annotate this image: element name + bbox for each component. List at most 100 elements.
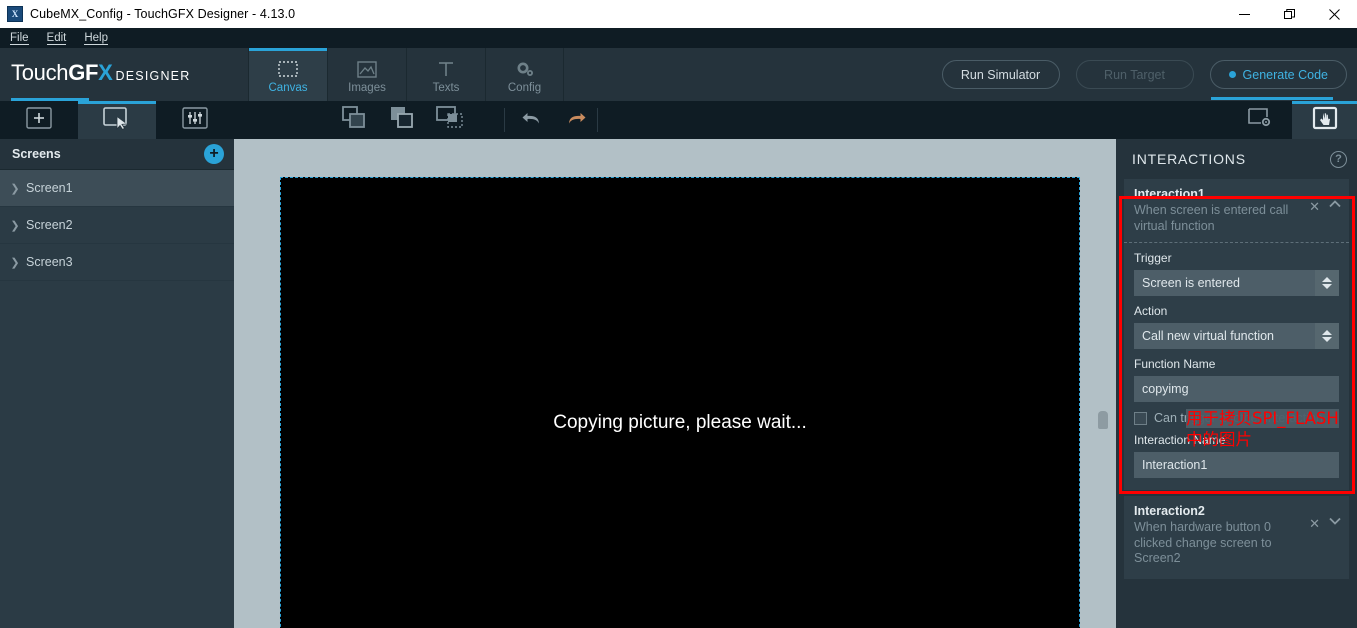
menu-help[interactable]: Help: [76, 29, 116, 47]
interaction-card-1[interactable]: Interaction1 When screen is entered call…: [1124, 179, 1349, 490]
interactions-button[interactable]: [1292, 101, 1357, 139]
menu-help-label: Help: [84, 32, 109, 45]
action-dropdown[interactable]: Call new virtual function: [1134, 323, 1339, 349]
chevron-up-icon: [1322, 277, 1332, 282]
brand-logo: Touch GF X DESIGNER: [0, 48, 248, 101]
gear-icon: [515, 58, 535, 80]
sliders-icon: [182, 106, 208, 134]
interaction-2-header-icons: ✕: [1309, 504, 1341, 567]
menu-edit[interactable]: Edit: [39, 29, 75, 47]
can-trigger-checkbox[interactable]: [1134, 411, 1147, 425]
interactions-panel-header: INTERACTIONS ?: [1116, 139, 1357, 179]
tab-config[interactable]: Config: [485, 48, 564, 101]
function-name-field-block: Function Name copyimg: [1124, 349, 1349, 402]
collapse-interaction-1-icon[interactable]: [1329, 200, 1341, 211]
title-bar: X CubeMX_Config - TouchGFX Designer - 4.…: [0, 0, 1357, 28]
run-target-label: Run Target: [1104, 67, 1165, 82]
tab-canvas-label: Canvas: [268, 82, 308, 94]
can-trigger-label: Can trigger another interaction: [1154, 411, 1323, 425]
chevron-right-icon: ❯: [10, 182, 20, 195]
sidebar-item-screen1[interactable]: ❯ Screen1: [0, 170, 234, 207]
window-title: CubeMX_Config - TouchGFX Designer - 4.13…: [30, 7, 296, 21]
brand-designer: DESIGNER: [115, 69, 191, 83]
interaction-1-header[interactable]: Interaction1 When screen is entered call…: [1124, 179, 1349, 243]
trigger-field-block: Trigger Screen is entered: [1124, 243, 1349, 296]
undo-arrow-icon: [521, 109, 541, 132]
run-simulator-label: Run Simulator: [960, 67, 1041, 82]
send-to-back-icon: [388, 105, 416, 136]
screen-preview-text: Copying picture, please wait...: [553, 412, 807, 433]
run-simulator-button[interactable]: Run Simulator: [941, 60, 1060, 89]
delete-interaction-2-icon[interactable]: ✕: [1309, 517, 1320, 530]
generate-code-button[interactable]: Generate Code: [1209, 60, 1347, 100]
window-controls: [1222, 0, 1357, 28]
action-field-block: Action Call new virtual function: [1124, 296, 1349, 349]
screen-settings-button[interactable]: [1227, 101, 1292, 139]
canvas-scrollbar-thumb[interactable]: [1098, 411, 1108, 429]
can-trigger-checkbox-row[interactable]: Can trigger another interaction: [1124, 402, 1349, 427]
minimize-button[interactable]: [1222, 0, 1267, 28]
send-to-back-button[interactable]: [382, 101, 422, 139]
generate-code-underline: [1210, 97, 1333, 100]
interaction-name-input[interactable]: Interaction1: [1134, 452, 1339, 478]
tab-texts[interactable]: Texts: [406, 48, 485, 101]
header-spacer: [564, 48, 942, 101]
tab-images[interactable]: Images: [327, 48, 406, 101]
help-icon[interactable]: ?: [1330, 150, 1347, 168]
snap-to-grid-button[interactable]: [430, 101, 470, 139]
sidebar-item-label: Screen2: [26, 218, 73, 232]
close-button[interactable]: [1312, 0, 1357, 28]
screens-panel: Screens + ❯ Screen1 ❯ Screen2 ❯ Screen3: [0, 139, 234, 628]
restore-button[interactable]: [1267, 0, 1312, 28]
redo-arrow-icon: [567, 109, 587, 132]
editor-toolbar: [0, 101, 1357, 139]
bring-to-front-icon: [340, 105, 368, 136]
generate-status-dot: [1228, 71, 1236, 78]
function-name-input[interactable]: copyimg: [1134, 376, 1339, 402]
interactions-panel: INTERACTIONS ? Interaction1 When screen …: [1116, 139, 1357, 628]
redo-button[interactable]: [557, 101, 597, 139]
toolbar-fill: [598, 101, 1227, 139]
touchgfx-designer-window: X CubeMX_Config - TouchGFX Designer - 4.…: [0, 0, 1357, 628]
sidebar-item-label: Screen1: [26, 181, 73, 195]
header-actions: Run Simulator Run Target Generate Code: [941, 48, 1357, 101]
add-screen-button[interactable]: +: [204, 144, 224, 164]
interaction-2-description: When hardware button 0 clicked change sc…: [1134, 520, 1272, 565]
sidebar-item-screen2[interactable]: ❯ Screen2: [0, 207, 234, 244]
screen-preview[interactable]: Copying picture, please wait...: [280, 177, 1080, 628]
interaction-2-name: Interaction2: [1134, 504, 1205, 518]
screens-panel-header: Screens +: [0, 139, 234, 170]
cubemx-app-icon: X: [7, 6, 23, 22]
run-target-button[interactable]: Run Target: [1075, 60, 1194, 89]
interaction-name-label: Interaction Name: [1134, 433, 1226, 447]
select-screen-button[interactable]: [78, 101, 156, 139]
action-dropdown-spinner[interactable]: [1315, 323, 1339, 349]
help-icon-label: ?: [1335, 153, 1342, 165]
menu-edit-label: Edit: [46, 32, 67, 45]
interaction-1-name: Interaction1: [1134, 187, 1205, 201]
add-widget-button[interactable]: [0, 101, 78, 139]
menu-file[interactable]: File: [2, 29, 37, 47]
sidebar-item-screen3[interactable]: ❯ Screen3: [0, 244, 234, 281]
delete-interaction-1-icon[interactable]: ✕: [1309, 200, 1320, 213]
widget-config-button[interactable]: [156, 101, 234, 139]
bring-to-front-button[interactable]: [334, 101, 374, 139]
interaction-2-header[interactable]: Interaction2 When hardware button 0 clic…: [1124, 496, 1349, 575]
interaction-card-2[interactable]: Interaction2 When hardware button 0 clic…: [1124, 496, 1349, 579]
tab-canvas[interactable]: Canvas: [248, 48, 327, 101]
canvas-area[interactable]: Copying picture, please wait...: [234, 139, 1116, 628]
toolbar-layer-group: [234, 101, 470, 139]
trigger-dropdown[interactable]: Screen is entered: [1134, 270, 1339, 296]
undo-button[interactable]: [511, 101, 551, 139]
function-name-value: copyimg: [1142, 382, 1189, 396]
expand-interaction-2-icon[interactable]: [1329, 517, 1341, 528]
trigger-dropdown-spinner[interactable]: [1315, 270, 1339, 296]
screen-settings-icon: [1247, 107, 1273, 134]
canvas-dotted-rect-icon: [278, 58, 298, 80]
tab-config-label: Config: [507, 82, 542, 94]
brand-x: X: [98, 60, 113, 85]
action-dropdown-value: Call new virtual function: [1142, 329, 1275, 343]
sidebar-item-label: Screen3: [26, 255, 73, 269]
image-icon: [357, 58, 377, 80]
interaction-1-header-icons: ✕: [1309, 187, 1341, 234]
